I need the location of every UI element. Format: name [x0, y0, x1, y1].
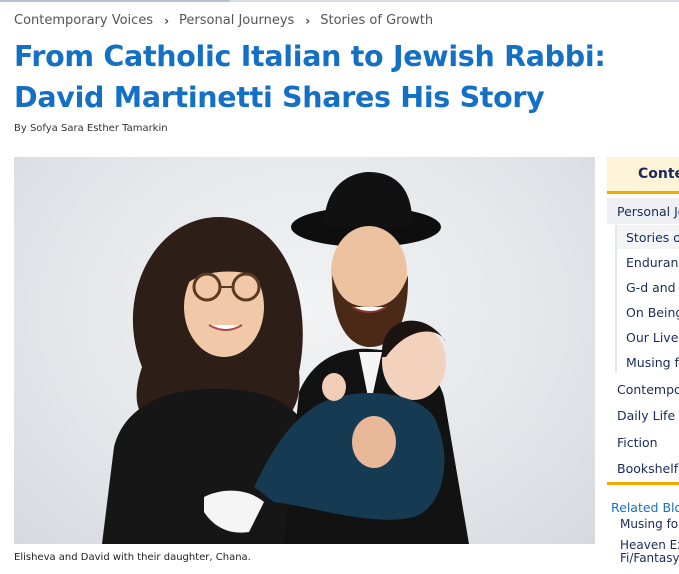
related-blogs-heading: Related Blog: [611, 500, 679, 515]
article-photo: [14, 157, 595, 544]
contents-heading-box: Conte: [607, 157, 679, 194]
chevron-right-icon: ›: [164, 13, 170, 28]
breadcrumb-personal-journeys[interactable]: Personal Journeys: [179, 13, 294, 28]
related-blogs-divider: [607, 482, 679, 485]
breadcrumb-stories-of-growth[interactable]: Stories of Growth: [320, 13, 433, 28]
author-byline[interactable]: By Sofya Sara Esther Tamarkin: [14, 123, 168, 134]
toc-item-endurance[interactable]: Enduranc: [626, 255, 679, 270]
photo-caption: Elisheva and David with their daughter, …: [14, 552, 251, 563]
chevron-right-icon: ›: [305, 13, 311, 28]
breadcrumb: Contemporary Voices › Personal Journeys …: [14, 13, 433, 28]
toc-item-personal-journeys[interactable]: Personal Jo: [617, 204, 679, 219]
toc-item-daily-life[interactable]: Daily Life: [617, 408, 675, 423]
contents-heading: Conte: [638, 166, 679, 182]
toc-item-bookshelf[interactable]: Bookshelf: [617, 461, 678, 476]
toc-item-stories-of-growth[interactable]: Stories of: [626, 230, 679, 245]
sidebar: Conte Personal Jo Stories of Enduranc G-…: [607, 157, 679, 574]
toc-item-fiction[interactable]: Fiction: [617, 435, 658, 450]
breadcrumb-contemporary-voices[interactable]: Contemporary Voices: [14, 13, 153, 28]
toc-item-on-being[interactable]: On Being: [626, 305, 679, 320]
toc-item-musing[interactable]: Musing fo: [626, 355, 679, 370]
related-blog-link-2[interactable]: Heaven Ex Fi/Fantasy: [620, 539, 679, 565]
toc-item-our-lives[interactable]: Our Lives: [626, 330, 679, 345]
subsection-indent-bar: [615, 225, 617, 373]
toc-item-god-and-us[interactable]: G-d and U: [626, 280, 679, 295]
family-photo-illustration: [102, 172, 469, 544]
related-blog-link-1[interactable]: Musing for: [620, 518, 679, 531]
page-title: From Catholic Italian to Jewish Rabbi: D…: [14, 40, 606, 114]
toc-item-contemporary-voices[interactable]: Contempor: [617, 382, 679, 397]
top-border: [0, 0, 679, 2]
